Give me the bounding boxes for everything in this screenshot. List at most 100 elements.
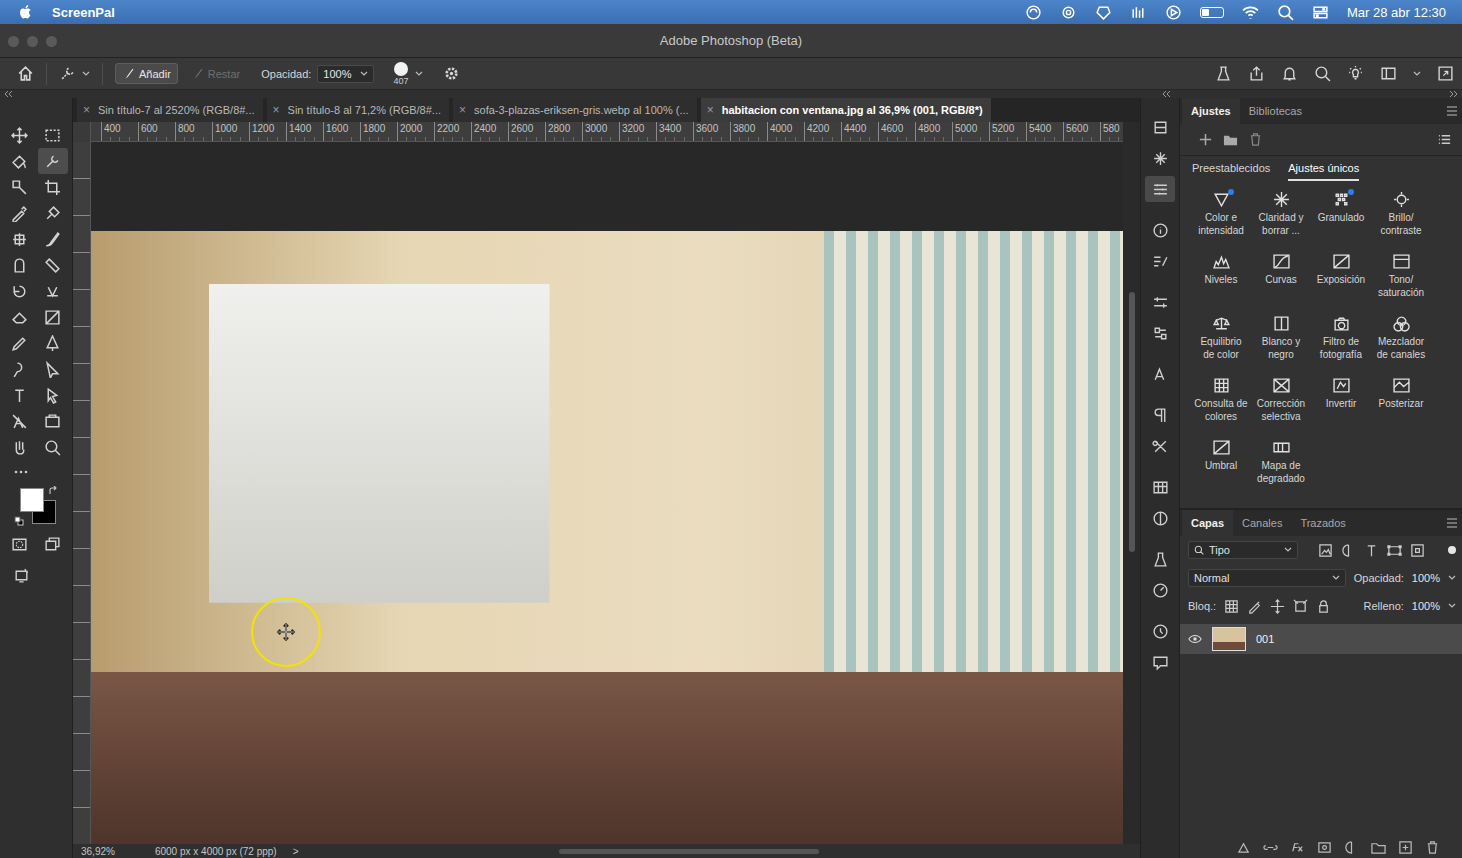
tool-button[interactable]	[5, 122, 35, 148]
battery-icon[interactable]	[1200, 7, 1224, 18]
dock-button[interactable]	[1145, 248, 1175, 274]
dock-button[interactable]	[1145, 114, 1175, 140]
horizontal-scroll-thumb[interactable]	[559, 849, 819, 854]
dock-button[interactable]	[1145, 361, 1175, 387]
tool-button[interactable]	[38, 200, 68, 226]
tool-button[interactable]	[5, 200, 35, 226]
document-tab[interactable]: ×habitacion con ventana.jpg al 36,9% (00…	[701, 98, 991, 122]
layer-action-icon[interactable]	[1290, 840, 1305, 855]
selection-mode-button[interactable]: Añadir	[115, 63, 178, 84]
tool-button[interactable]	[38, 226, 68, 252]
toolbar-icon[interactable]	[1248, 65, 1265, 82]
adjustment-button[interactable]: Umbral	[1191, 439, 1251, 501]
generate-icon[interactable]	[13, 567, 30, 584]
dock-button[interactable]	[1145, 546, 1175, 572]
zoom-level[interactable]: 36,92%	[81, 846, 115, 857]
layer-action-icon[interactable]	[1398, 840, 1413, 855]
tool-button[interactable]	[5, 226, 35, 252]
status-icon[interactable]	[1095, 4, 1112, 21]
status-icon[interactable]	[1130, 4, 1147, 21]
toolbar-icon[interactable]	[1281, 65, 1298, 82]
lock-icon[interactable]	[1270, 599, 1285, 614]
clock[interactable]: Mar 28 abr 12:30	[1347, 5, 1450, 20]
panel-tab[interactable]: Canales	[1233, 510, 1291, 536]
dock-button[interactable]	[1145, 618, 1175, 644]
adjustment-button[interactable]: Tono/ saturación	[1371, 253, 1431, 315]
search-icon[interactable]	[1277, 4, 1294, 21]
layer-action-icon[interactable]	[1425, 840, 1440, 855]
status-icon[interactable]	[1025, 4, 1042, 21]
adjustment-button[interactable]: Niveles	[1191, 253, 1251, 315]
adjustment-button[interactable]: Invertir	[1311, 377, 1371, 439]
status-menu-button[interactable]: >	[293, 846, 299, 857]
scroll-thumb[interactable]	[1129, 292, 1135, 552]
tool-button[interactable]	[38, 408, 68, 434]
vertical-ruler[interactable]	[73, 142, 91, 844]
tool-button[interactable]	[5, 304, 35, 330]
panel-tab[interactable]: Ajustes	[1182, 98, 1240, 124]
tool-button[interactable]	[38, 304, 68, 330]
lock-icon[interactable]	[1247, 599, 1262, 614]
wifi-icon[interactable]	[1242, 4, 1259, 21]
trash-icon[interactable]	[1248, 132, 1263, 147]
tool-button[interactable]	[5, 434, 35, 460]
minimize-button[interactable]	[27, 36, 38, 47]
adjustment-button[interactable]: Brillo/ contraste	[1371, 191, 1431, 253]
collapse-icon[interactable]	[1162, 91, 1172, 97]
share-screen-icon[interactable]	[1437, 65, 1454, 82]
filter-icon[interactable]	[1318, 543, 1333, 558]
dock-button[interactable]	[1145, 145, 1175, 171]
chevron-icon[interactable]	[415, 70, 423, 78]
panel-tab[interactable]: Capas	[1182, 510, 1233, 536]
fill-field[interactable]: 100%	[1412, 600, 1440, 612]
zoom-button[interactable]	[46, 36, 57, 47]
brush-size-picker[interactable]: 407	[394, 62, 409, 86]
tool-button[interactable]	[38, 122, 68, 148]
home-icon[interactable]	[17, 65, 34, 82]
quick-selection-icon[interactable]	[59, 65, 76, 82]
screen-mode-icon[interactable]	[44, 536, 61, 553]
dock-button[interactable]	[1145, 289, 1175, 315]
tool-button[interactable]	[5, 278, 35, 304]
adjustment-button[interactable]: Filtro de fotografía	[1311, 315, 1371, 377]
dock-button[interactable]	[1145, 402, 1175, 428]
apple-icon[interactable]	[18, 4, 34, 20]
panel-menu-icon[interactable]	[1446, 518, 1458, 528]
tool-button[interactable]	[38, 434, 68, 460]
folder-icon[interactable]	[1223, 132, 1238, 147]
dock-button[interactable]	[1145, 433, 1175, 459]
adjustment-button[interactable]: Claridad y borrar ...	[1251, 191, 1311, 253]
dock-button[interactable]	[1145, 649, 1175, 675]
adjustment-button[interactable]: Color e intensidad	[1191, 191, 1251, 253]
adjustment-button[interactable]: Granulado	[1311, 191, 1371, 253]
adjustment-button[interactable]: Consulta de colores	[1191, 377, 1251, 439]
filter-toggle[interactable]	[1448, 546, 1456, 554]
opacity-field[interactable]: 100%	[317, 65, 373, 83]
dock-button[interactable]	[1145, 474, 1175, 500]
vertical-scrollbar[interactable]	[1123, 122, 1140, 844]
layer-action-icon[interactable]	[1263, 840, 1278, 855]
tool-button[interactable]	[38, 252, 68, 278]
chevron-icon[interactable]	[1413, 70, 1421, 78]
layer-action-icon[interactable]	[1317, 840, 1332, 855]
lock-icon[interactable]	[1293, 599, 1308, 614]
toolbar-icon[interactable]	[1215, 65, 1232, 82]
close-tab-button[interactable]: ×	[273, 103, 280, 117]
app-name[interactable]: ScreenPal	[52, 5, 115, 20]
status-icon[interactable]	[1165, 4, 1182, 21]
tool-button[interactable]	[38, 356, 68, 382]
tool-button[interactable]	[5, 356, 35, 382]
dock-button[interactable]	[1145, 505, 1175, 531]
tool-button[interactable]	[38, 148, 68, 174]
add-icon[interactable]	[1198, 132, 1213, 147]
panel-tab[interactable]: Bibliotecas	[1240, 98, 1311, 124]
tool-button[interactable]	[38, 330, 68, 356]
document-tab[interactable]: ×sofa-3-plazas-eriksen-gris.webp al 100%…	[453, 98, 697, 122]
selection-mode-button[interactable]: Restar	[184, 63, 247, 84]
collapse-icon[interactable]	[4, 91, 14, 97]
close-tab-button[interactable]: ×	[707, 103, 714, 117]
tool-button[interactable]	[5, 330, 35, 356]
adjustment-button[interactable]: Mapa de degradado	[1251, 439, 1311, 501]
tool-button[interactable]	[5, 148, 35, 174]
adjustments-subtab[interactable]: Ajustes únicos	[1288, 162, 1359, 181]
